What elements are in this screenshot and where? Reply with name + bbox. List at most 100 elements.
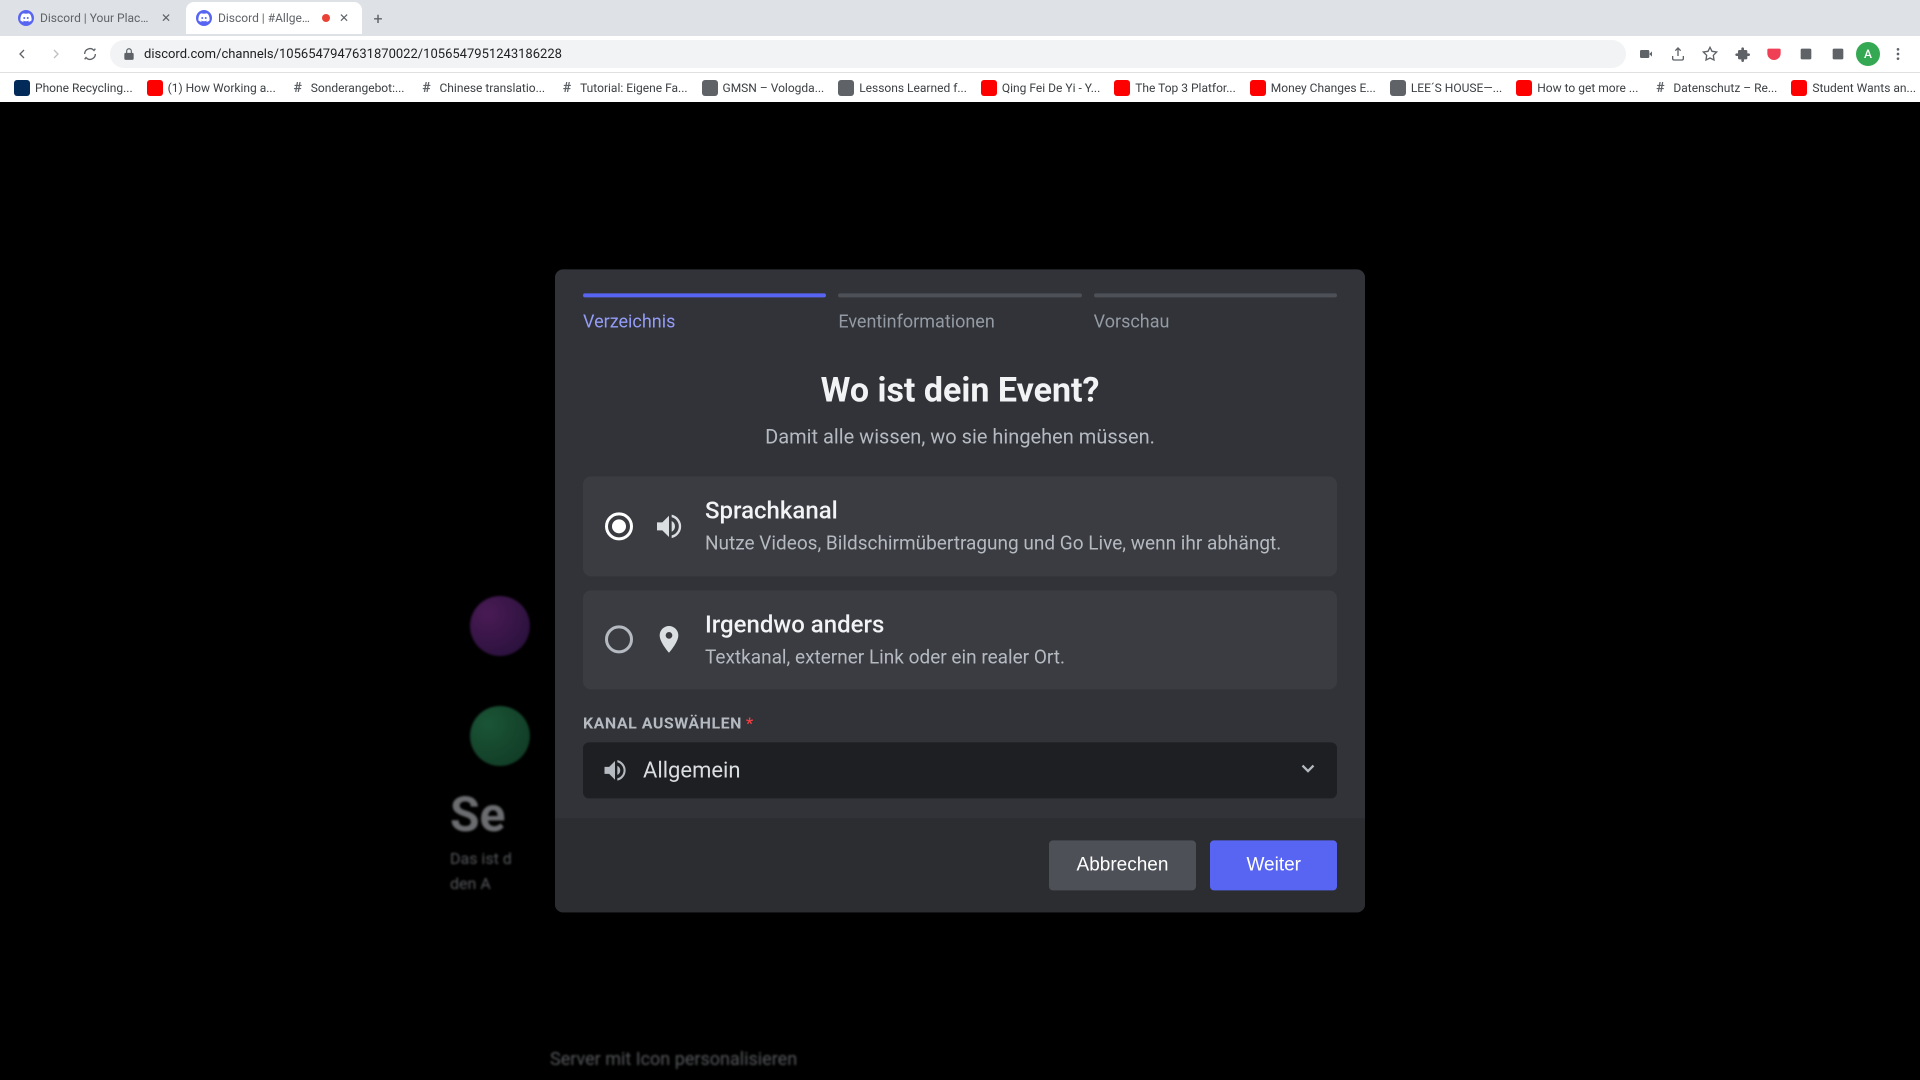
extension-icon[interactable]: [1792, 40, 1820, 68]
back-button[interactable]: [8, 40, 36, 68]
option-somewhere-else[interactable]: Irgendwo anders Textkanal, externer Link…: [583, 590, 1337, 690]
cancel-button[interactable]: Abbrechen: [1049, 841, 1197, 891]
bookmark-label: The Top 3 Platfor...: [1135, 81, 1236, 95]
step-progress-bar: [583, 293, 826, 297]
bookmark-item[interactable]: GMSN – Vologda...: [696, 76, 831, 100]
menu-icon[interactable]: [1884, 40, 1912, 68]
bookmark-favicon-icon: [702, 80, 718, 96]
bookmark-label: Money Changes E...: [1271, 81, 1376, 95]
bookmark-favicon-icon: [14, 80, 30, 96]
modal-footer: Abbrechen Weiter: [555, 819, 1365, 913]
app-viewport: Se Das ist d den A Server mit Icon perso…: [0, 102, 1920, 1080]
bookmark-item[interactable]: LEE´S HOUSE—...: [1384, 76, 1508, 100]
bookmark-favicon-icon: #: [559, 80, 575, 96]
bookmark-favicon-icon: [1390, 80, 1406, 96]
bookmark-item[interactable]: Student Wants an...: [1785, 76, 1920, 100]
option-title: Irgendwo anders: [705, 610, 1315, 638]
browser-tab-active[interactable]: Discord | #Allgemein | Se ✕: [186, 2, 362, 34]
bookmark-label: Lessons Learned f...: [859, 81, 967, 95]
address-bar: discord.com/channels/1056547947631870022…: [0, 36, 1920, 72]
step-3[interactable]: Vorschau: [1094, 293, 1337, 332]
modal-subtitle: Damit alle wissen, wo sie hingehen müsse…: [583, 424, 1337, 448]
bookmark-item[interactable]: # Sonderangebot:...: [284, 76, 411, 100]
tab-bar: Discord | Your Place to Talk an ✕ Discor…: [0, 0, 1920, 36]
media-icon[interactable]: [1632, 40, 1660, 68]
profile-avatar[interactable]: A: [1856, 42, 1880, 66]
bookmark-item[interactable]: Lessons Learned f...: [832, 76, 973, 100]
create-event-modal: Verzeichnis Eventinformationen Vorschau …: [555, 269, 1365, 912]
bookmark-label: LEE´S HOUSE—...: [1411, 81, 1502, 95]
bookmark-label: Qing Fei De Yi - Y...: [1002, 81, 1100, 95]
bookmark-item[interactable]: #Chinese translatio...: [412, 76, 551, 100]
step-label: Eventinformationen: [838, 311, 1081, 332]
url-field[interactable]: discord.com/channels/1056547947631870022…: [110, 40, 1626, 68]
recording-indicator-icon: [322, 14, 330, 22]
speaker-icon: [651, 508, 687, 544]
bookmark-favicon-icon: [981, 80, 997, 96]
step-indicator: Verzeichnis Eventinformationen Vorschau: [555, 269, 1365, 332]
share-icon[interactable]: [1664, 40, 1692, 68]
chevron-down-icon: [1297, 758, 1319, 784]
bookmark-item[interactable]: # Tutorial: Eigene Fa...: [553, 76, 693, 100]
tab-close-icon[interactable]: ✕: [336, 10, 352, 26]
new-tab-button[interactable]: +: [364, 4, 392, 32]
option-desc: Nutze Videos, Bildschirmübertragung und …: [705, 530, 1315, 556]
bookmarks-bar: Phone Recycling... (1) How Working a... # S…: [0, 72, 1920, 102]
extension-icon[interactable]: [1728, 40, 1756, 68]
discord-favicon-icon: [196, 10, 212, 26]
bookmark-label: Sonderangebot:...: [311, 81, 405, 95]
bookmark-favicon-icon: [1516, 80, 1532, 96]
option-title: Sprachkanal: [705, 496, 1315, 524]
radio-icon: [605, 512, 633, 540]
tab-title: Discord | #Allgemein | Se: [218, 11, 316, 25]
bookmark-label: How to get more ...: [1537, 81, 1638, 95]
bookmark-favicon-icon: [1114, 80, 1130, 96]
server-icon: [470, 706, 530, 766]
step-2[interactable]: Eventinformationen: [838, 293, 1081, 332]
option-voice-channel[interactable]: Sprachkanal Nutze Videos, Bildschirmüber…: [583, 476, 1337, 576]
bookmark-favicon-icon: [1250, 80, 1266, 96]
option-desc: Textkanal, externer Link oder ein realer…: [705, 644, 1315, 670]
bookmark-favicon-icon: [1791, 80, 1807, 96]
star-icon[interactable]: [1696, 40, 1724, 68]
speaker-icon: [601, 757, 629, 785]
extension-icon[interactable]: [1824, 40, 1852, 68]
channel-select-label: KANAL AUSWÄHLEN*: [583, 714, 1337, 733]
bookmark-favicon-icon: [838, 80, 854, 96]
bookmark-item[interactable]: Phone Recycling...: [8, 76, 139, 100]
channel-select-value: Allgemein: [643, 758, 1283, 783]
channel-select[interactable]: Allgemein: [583, 743, 1337, 799]
reload-button[interactable]: [76, 40, 104, 68]
discord-favicon-icon: [18, 10, 34, 26]
step-progress-bar: [838, 293, 1081, 297]
bookmark-item[interactable]: Money Changes E...: [1244, 76, 1382, 100]
server-icon: [470, 596, 530, 656]
bookmark-item[interactable]: How to get more ...: [1510, 76, 1644, 100]
browser-tab[interactable]: Discord | Your Place to Talk an ✕: [8, 2, 184, 34]
bookmark-favicon-icon: #: [290, 80, 306, 96]
step-1[interactable]: Verzeichnis: [583, 293, 826, 332]
bg-text: Server mit Icon personalisieren: [550, 1049, 1920, 1070]
url-text: discord.com/channels/1056547947631870022…: [144, 47, 562, 62]
bookmark-item[interactable]: # Datenschutz – Re...: [1646, 76, 1783, 100]
browser-chrome: Discord | Your Place to Talk an ✕ Discor…: [0, 0, 1920, 102]
bookmark-label: Phone Recycling...: [35, 81, 133, 95]
bookmark-label: Datenschutz – Re...: [1673, 81, 1777, 95]
bookmark-label: Tutorial: Eigene Fa...: [580, 81, 687, 95]
tab-title: Discord | Your Place to Talk an: [40, 11, 152, 25]
bookmark-favicon-icon: #: [1652, 80, 1668, 96]
tab-close-icon[interactable]: ✕: [158, 10, 174, 26]
bookmark-item[interactable]: The Top 3 Platfor...: [1108, 76, 1242, 100]
lock-icon: [122, 47, 136, 61]
step-label: Vorschau: [1094, 311, 1337, 332]
next-button[interactable]: Weiter: [1210, 841, 1337, 891]
bookmark-item[interactable]: Qing Fei De Yi - Y...: [975, 76, 1106, 100]
bookmark-item[interactable]: (1) How Working a...: [141, 76, 282, 100]
location-pin-icon: [651, 622, 687, 658]
forward-button[interactable]: [42, 40, 70, 68]
modal-title: Wo ist dein Event?: [583, 370, 1337, 410]
bookmark-label: GMSN – Vologda...: [723, 81, 825, 95]
pocket-icon[interactable]: [1760, 40, 1788, 68]
bookmark-favicon-icon: #: [418, 80, 434, 96]
step-progress-bar: [1094, 293, 1337, 297]
